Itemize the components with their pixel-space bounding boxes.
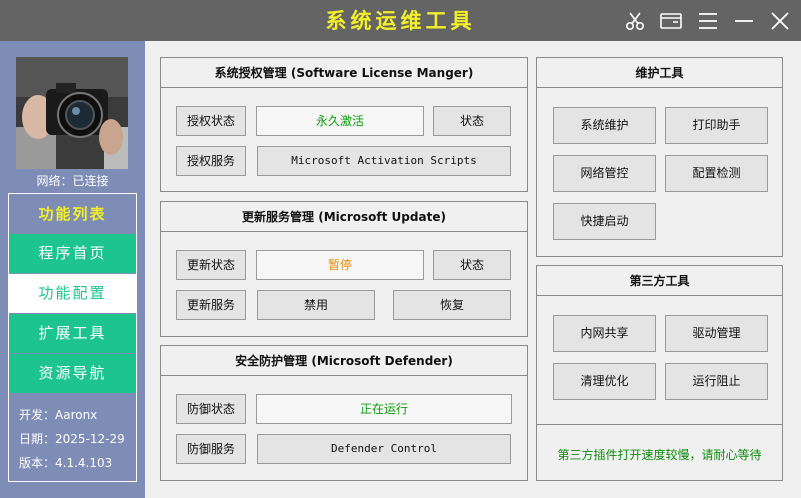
- defender-panel: 安全防护管理 (Microsoft Defender) 防御状态 正在运行 防御…: [160, 345, 528, 481]
- update-panel: 更新服务管理 (Microsoft Update) 更新状态 暂停 状态 更新服…: [160, 201, 528, 337]
- run-block-button[interactable]: 运行阻止: [665, 363, 768, 400]
- version-info: 版本：4.1.4.103: [19, 456, 113, 470]
- update-status-value: 暂停: [256, 250, 424, 280]
- license-panel: 系统授权管理 (Software License Manger) 授权状态 永久…: [160, 57, 528, 192]
- license-service-button[interactable]: Microsoft Activation Scripts: [257, 146, 511, 176]
- third-party-panel: 第三方工具 内网共享 驱动管理 清理优化 运行阻止 第三方插件打开速度较慢，请耐…: [536, 265, 783, 481]
- defender-status-value: 正在运行: [256, 394, 512, 424]
- developer-info: 开发：Aaronx: [19, 408, 98, 422]
- sidebar: 网络：已连接 功能列表 程序首页 功能配置 扩展工具 资源导航 开发：Aaron…: [0, 41, 145, 498]
- menu-icon[interactable]: [693, 6, 723, 36]
- driver-manager-button[interactable]: 驱动管理: [665, 315, 768, 352]
- date-info: 日期：2025-12-29: [19, 432, 125, 446]
- lan-share-button[interactable]: 内网共享: [553, 315, 656, 352]
- update-disable-button[interactable]: 禁用: [257, 290, 375, 320]
- license-status-value: 永久激活: [256, 106, 424, 136]
- scissors-icon[interactable]: [620, 6, 650, 36]
- function-menu: 功能列表 程序首页 功能配置 扩展工具 资源导航 开发：Aaronx 日期：20…: [8, 193, 137, 482]
- menu-item-extensions[interactable]: 扩展工具: [9, 314, 136, 353]
- avatar: [16, 57, 128, 169]
- maintenance-panel-title: 维护工具: [537, 58, 782, 88]
- print-assistant-button[interactable]: 打印助手: [665, 107, 768, 144]
- system-maintenance-button[interactable]: 系统维护: [553, 107, 656, 144]
- defender-service-button[interactable]: Defender Control: [257, 434, 511, 464]
- main-area: 系统授权管理 (Software License Manger) 授权状态 永久…: [145, 41, 801, 498]
- license-status-label[interactable]: 授权状态: [176, 106, 246, 136]
- update-service-label[interactable]: 更新服务: [176, 290, 246, 320]
- update-restore-button[interactable]: 恢复: [393, 290, 511, 320]
- license-status-button[interactable]: 状态: [433, 106, 511, 136]
- menu-title: 功能列表: [38, 205, 107, 223]
- defender-status-label[interactable]: 防御状态: [176, 394, 246, 424]
- menu-item-resources[interactable]: 资源导航: [9, 354, 136, 393]
- license-service-label[interactable]: 授权服务: [176, 146, 246, 176]
- maintenance-panel: 维护工具 系统维护 打印助手 网络管控 配置检测 快捷启动: [536, 57, 783, 257]
- menu-item-config[interactable]: 功能配置: [9, 274, 136, 313]
- third-party-panel-title: 第三方工具: [537, 266, 782, 296]
- third-party-note: 第三方插件打开速度较慢，请耐心等待: [557, 448, 762, 462]
- defender-service-label[interactable]: 防御服务: [176, 434, 246, 464]
- network-status: 网络：已连接: [36, 174, 109, 188]
- cleanup-optimize-button[interactable]: 清理优化: [553, 363, 656, 400]
- update-status-button[interactable]: 状态: [433, 250, 511, 280]
- window-icon[interactable]: [656, 6, 686, 36]
- config-check-button[interactable]: 配置检测: [665, 155, 768, 192]
- title-bar: 系统运维工具: [0, 0, 801, 41]
- minimize-icon[interactable]: [729, 6, 759, 36]
- menu-item-home[interactable]: 程序首页: [9, 234, 136, 273]
- defender-panel-title: 安全防护管理 (Microsoft Defender): [161, 346, 527, 376]
- quick-launch-button[interactable]: 快捷启动: [553, 203, 656, 240]
- update-panel-title: 更新服务管理 (Microsoft Update): [161, 202, 527, 232]
- close-icon[interactable]: [765, 6, 795, 36]
- network-control-button[interactable]: 网络管控: [553, 155, 656, 192]
- license-panel-title: 系统授权管理 (Software License Manger): [161, 58, 527, 88]
- update-status-label[interactable]: 更新状态: [176, 250, 246, 280]
- divider: [537, 424, 782, 425]
